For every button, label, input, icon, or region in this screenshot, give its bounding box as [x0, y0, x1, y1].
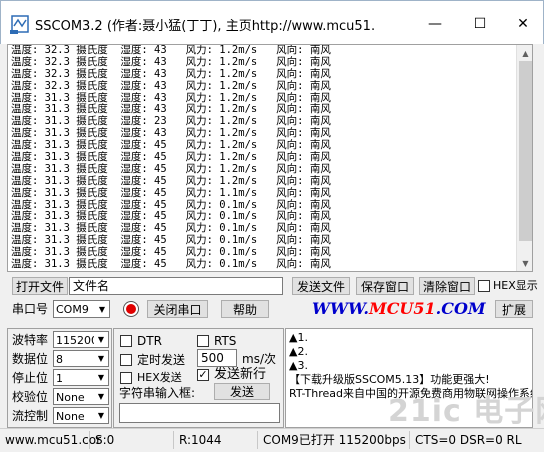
hex-send-checkbox[interactable] — [120, 372, 132, 384]
stop-bits-select[interactable]: 1 ▼ — [53, 369, 109, 386]
parity-value: None — [56, 391, 85, 404]
port-settings-panel: 波特率 115200 ▼ 数据位 8 ▼ 停止位 1 ▼ 校验位 None ▼ … — [7, 328, 112, 428]
flow-control-select[interactable]: None ▼ — [53, 407, 109, 424]
receive-line: 温度: 32.3 摄氏度 湿度: 43 风力: 1.2m/s 风向: 南风 — [11, 67, 331, 80]
parity-label: 校验位 — [12, 390, 49, 404]
chevron-down-icon: ▼ — [94, 351, 108, 366]
baud-label: 波特率 — [12, 333, 49, 347]
scroll-down-arrow-icon[interactable]: ▼ — [517, 255, 532, 271]
logo-mcu51: MCU51 — [368, 299, 436, 318]
send-line: 【下载升级版SSCOM5.13】功能更强大! — [289, 373, 490, 386]
receive-line: 温度: 31.3 摄氏度 湿度: 45 风力: 1.2m/s 风向: 南风 — [11, 174, 331, 187]
scroll-up-arrow-icon[interactable]: ▲ — [517, 45, 532, 61]
data-bits-value: 8 — [56, 353, 63, 366]
scroll-thumb[interactable] — [519, 61, 532, 241]
maximize-button[interactable]: ☐ — [458, 9, 502, 39]
rts-label: RTS — [214, 334, 237, 348]
watermark: 21ic 电子网 — [388, 394, 544, 429]
open-file-button[interactable]: 打开文件 — [12, 277, 68, 295]
stop-bits-label: 停止位 — [12, 371, 49, 385]
send-line: ▲1. — [289, 331, 308, 344]
hex-send-label: HEX发送 — [137, 371, 182, 384]
save-window-button[interactable]: 保存窗口 — [356, 277, 414, 295]
receive-line: 温度: 31.3 摄氏度 湿度: 45 风力: 0.1m/s 风向: 南风 — [11, 258, 331, 271]
status-port: COM9已打开 115200bps — [260, 431, 410, 449]
app-icon — [10, 15, 29, 34]
send-options-panel: DTR RTS 定时发送 500 ms/次 HEX发送 ✓ 发送新行 字符串输入… — [113, 328, 284, 428]
hex-show-label: HEX显示 — [493, 279, 538, 292]
close-port-button[interactable]: 关闭串口 — [147, 300, 208, 318]
send-newline-label: 发送新行 — [214, 367, 267, 382]
port-open-indicator-icon — [123, 301, 139, 317]
send-newline-checkbox[interactable]: ✓ — [197, 369, 209, 381]
dtr-label: DTR — [137, 334, 162, 348]
minimize-button[interactable]: — — [413, 9, 457, 39]
status-website: www.mcu51.cor — [2, 431, 101, 449]
baud-select[interactable]: 115200 ▼ — [53, 331, 109, 348]
port-value: COM9 — [56, 303, 89, 316]
clear-window-button[interactable]: 清除窗口 — [419, 277, 475, 295]
receive-text-area[interactable]: 温度: 32.3 摄氏度 湿度: 43 风力: 1.2m/s 风向: 南风 温度… — [7, 44, 533, 272]
status-received-count: R:1044 — [176, 431, 258, 449]
chevron-down-icon: ▼ — [94, 370, 108, 385]
filename-input[interactable]: 文件名 — [69, 277, 283, 295]
baud-value: 115200 — [56, 334, 98, 347]
website-logo: WWW.MCU51.COM — [312, 298, 486, 320]
rts-checkbox[interactable] — [197, 335, 209, 347]
send-line: ▲2. — [289, 345, 308, 358]
title-bar: SSCOM3.2 (作者:聂小猛(丁丁), 主页http://www.mcu51… — [0, 0, 544, 44]
status-bar: www.mcu51.cor S:0 R:1044 COM9已打开 115200b… — [0, 428, 544, 452]
send-button[interactable]: 发送 — [214, 383, 270, 400]
chevron-down-icon: ▼ — [94, 389, 108, 404]
status-sent-count: S:0 — [92, 431, 174, 449]
receive-line: 温度: 31.3 摄氏度 湿度: 45 风力: 1.2m/s 风向: 南风 — [11, 162, 331, 175]
flow-control-label: 流控制 — [12, 409, 49, 423]
interval-unit-label: ms/次 — [242, 352, 276, 366]
parity-select[interactable]: None ▼ — [53, 388, 109, 405]
string-input-label: 字符串输入框: — [119, 386, 196, 400]
flow-control-value: None — [56, 410, 85, 423]
data-bits-label: 数据位 — [12, 352, 49, 366]
string-input[interactable] — [119, 403, 280, 423]
receive-line: 温度: 32.3 摄氏度 湿度: 43 风力: 1.2m/s 风向: 南风 — [11, 79, 331, 92]
window-title: SSCOM3.2 (作者:聂小猛(丁丁), 主页http://www.mcu51… — [35, 19, 375, 33]
send-file-button[interactable]: 发送文件 — [292, 277, 350, 295]
logo-com: .COM — [435, 299, 486, 318]
status-lines: CTS=0 DSR=0 RL — [415, 433, 522, 447]
receive-lines: 温度: 32.3 摄氏度 湿度: 43 风力: 1.2m/s 风向: 南风 温度… — [11, 45, 516, 271]
receive-line: 温度: 32.3 摄氏度 湿度: 43 风力: 1.2m/s 风向: 南风 — [11, 55, 331, 68]
stop-bits-value: 1 — [56, 372, 63, 385]
timed-send-checkbox[interactable] — [120, 354, 132, 366]
chevron-down-icon: ▼ — [94, 332, 108, 347]
expand-button[interactable]: 扩展 — [495, 300, 533, 318]
close-button[interactable]: ✕ — [501, 9, 544, 39]
port-select[interactable]: COM9 ▼ — [53, 300, 110, 318]
port-label: 串口号 — [12, 302, 49, 316]
hex-show-checkbox[interactable] — [478, 280, 490, 292]
help-button[interactable]: 帮助 — [221, 300, 269, 318]
timed-send-label: 定时发送 — [137, 353, 186, 367]
data-bits-select[interactable]: 8 ▼ — [53, 350, 109, 367]
interval-input[interactable]: 500 — [197, 349, 237, 367]
chevron-down-icon: ▼ — [95, 301, 109, 317]
logo-www: WWW. — [312, 299, 369, 318]
dtr-checkbox[interactable] — [120, 335, 132, 347]
receive-line: 温度: 31.3 摄氏度 湿度: 45 风力: 1.1m/s 风向: 南风 — [11, 186, 331, 199]
receive-scrollbar[interactable]: ▲ ▼ — [516, 45, 532, 271]
send-line: ▲3. — [289, 359, 308, 372]
chevron-down-icon: ▼ — [94, 408, 108, 423]
